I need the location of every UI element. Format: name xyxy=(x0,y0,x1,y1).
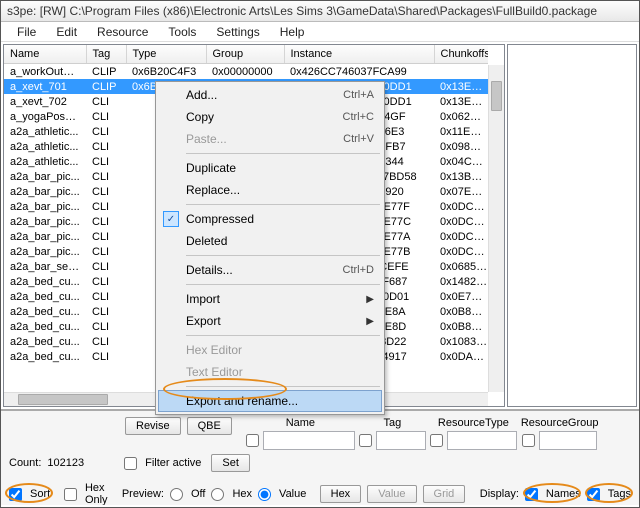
menu-separator xyxy=(186,335,380,336)
menu-item-deleted[interactable]: Deleted xyxy=(158,230,382,252)
menu-item-compressed[interactable]: ✓Compressed xyxy=(158,208,382,230)
value-button[interactable]: Value xyxy=(367,485,416,503)
menu-item-hex-editor[interactable]: Hex Editor xyxy=(158,339,382,361)
col-instance[interactable]: Instance xyxy=(284,45,434,64)
filter-tag-input[interactable] xyxy=(376,431,426,450)
preview-off-radio[interactable] xyxy=(170,488,183,501)
preview-pane xyxy=(507,44,637,407)
menu-separator xyxy=(186,255,380,256)
scroll-thumb-h[interactable] xyxy=(18,394,108,405)
preview-value-radio[interactable] xyxy=(258,488,271,501)
menu-tools[interactable]: Tools xyxy=(158,23,206,41)
bottom-panel: Revise QBE Name Tag ResourceType Resourc… xyxy=(1,409,639,505)
menu-separator xyxy=(186,153,380,154)
col-tag[interactable]: Tag xyxy=(86,45,126,64)
menu-item-export-rename[interactable]: Export and rename... xyxy=(158,390,382,412)
preview-hex-radio[interactable] xyxy=(211,488,224,501)
table-row[interactable]: a_workOut_s...CLIP0x6B20C4F30x000000000x… xyxy=(4,64,488,80)
grid-button[interactable]: Grid xyxy=(423,485,466,503)
col-type[interactable]: Type xyxy=(126,45,206,64)
count-label: Count: xyxy=(9,457,41,469)
names-check[interactable] xyxy=(525,488,538,501)
count-value: 102123 xyxy=(47,457,84,469)
menu-separator xyxy=(186,284,380,285)
menu-item-add[interactable]: Add...Ctrl+A xyxy=(158,84,382,106)
hex-button[interactable]: Hex xyxy=(320,485,362,503)
display-label: Display: xyxy=(480,488,519,500)
filter-rtype-input[interactable] xyxy=(447,431,517,450)
menu-settings[interactable]: Settings xyxy=(206,23,269,41)
menu-help[interactable]: Help xyxy=(270,23,315,41)
hex-only-label: Hex Only xyxy=(85,482,108,505)
filter-rtype-label: ResourceType xyxy=(438,417,509,429)
menu-item-duplicate[interactable]: Duplicate xyxy=(158,157,382,179)
window-title-bar: s3pe: [RW] C:\Program Files (x86)\Electr… xyxy=(1,1,639,22)
menu-edit[interactable]: Edit xyxy=(46,23,87,41)
col-group[interactable]: Group xyxy=(206,45,284,64)
names-label: Names xyxy=(546,488,581,500)
menu-separator xyxy=(186,386,380,387)
context-menu: Add...Ctrl+A CopyCtrl+C Paste...Ctrl+V D… xyxy=(155,81,385,415)
col-name[interactable]: Name xyxy=(4,45,86,64)
filter-rgroup-input[interactable] xyxy=(539,431,597,450)
menu-item-text-editor[interactable]: Text Editor xyxy=(158,361,382,383)
filter-tag-label: Tag xyxy=(383,417,401,429)
filter-rtype-check[interactable] xyxy=(430,431,443,450)
filter-rgroup-check[interactable] xyxy=(522,431,535,450)
menu-file[interactable]: File xyxy=(7,23,46,41)
menu-bar: File Edit Resource Tools Settings Help xyxy=(1,22,639,42)
chevron-right-icon: ▶ xyxy=(366,294,374,305)
chevron-right-icon: ▶ xyxy=(366,316,374,327)
preview-label: Preview: xyxy=(122,488,164,500)
menu-item-export[interactable]: Export▶ xyxy=(158,310,382,332)
menu-item-paste[interactable]: Paste...Ctrl+V xyxy=(158,128,382,150)
filter-active-check[interactable] xyxy=(124,457,137,470)
vertical-scrollbar[interactable] xyxy=(488,65,504,392)
tags-check[interactable] xyxy=(587,488,600,501)
check-icon: ✓ xyxy=(163,211,179,227)
filter-name-input[interactable] xyxy=(263,431,355,450)
window-title: s3pe: [RW] C:\Program Files (x86)\Electr… xyxy=(7,4,597,18)
revise-button[interactable]: Revise xyxy=(125,417,181,435)
hex-only-check[interactable] xyxy=(64,488,77,501)
menu-item-import[interactable]: Import▶ xyxy=(158,288,382,310)
sort-check[interactable] xyxy=(9,488,22,501)
col-chunk[interactable]: Chunkoffset xyxy=(434,45,488,64)
scroll-thumb[interactable] xyxy=(491,81,502,111)
menu-separator xyxy=(186,204,380,205)
tags-label: Tags xyxy=(608,488,631,500)
filter-tag-check[interactable] xyxy=(359,431,372,450)
menu-item-copy[interactable]: CopyCtrl+C xyxy=(158,106,382,128)
filter-name-label: Name xyxy=(286,417,315,429)
filter-name-check[interactable] xyxy=(246,431,259,450)
filter-rgroup-label: ResourceGroup xyxy=(521,417,599,429)
filter-active-label: Filter active xyxy=(145,457,201,469)
menu-resource[interactable]: Resource xyxy=(87,23,158,41)
qbe-button[interactable]: QBE xyxy=(187,417,232,435)
sort-label: Sort xyxy=(30,488,50,500)
menu-item-replace[interactable]: Replace... xyxy=(158,179,382,201)
menu-item-details[interactable]: Details...Ctrl+D xyxy=(158,259,382,281)
set-button[interactable]: Set xyxy=(211,454,250,472)
